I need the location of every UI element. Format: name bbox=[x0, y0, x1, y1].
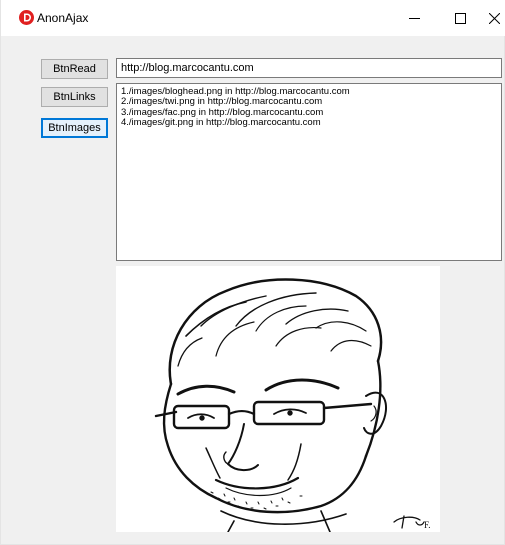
window-title: AnonAjax bbox=[37, 11, 89, 25]
images-button[interactable]: BtnImages bbox=[41, 118, 108, 138]
minimize-button[interactable] bbox=[391, 0, 437, 36]
minimize-icon bbox=[408, 17, 420, 19]
signature-text: F. bbox=[424, 520, 431, 530]
url-input[interactable] bbox=[116, 58, 502, 78]
title-bar[interactable]: AnonAjax bbox=[1, 0, 505, 36]
maximize-icon bbox=[454, 12, 466, 24]
results-memo[interactable]: 1./images/bloghead.png in http://blog.ma… bbox=[116, 83, 502, 261]
close-icon bbox=[489, 12, 500, 24]
app-window: AnonAjax BtnRead BtnLinks BtnImages 1./i… bbox=[0, 0, 505, 545]
caricature-drawing: F. bbox=[154, 278, 431, 532]
links-button[interactable]: BtnLinks bbox=[41, 87, 108, 107]
read-button[interactable]: BtnRead bbox=[41, 59, 108, 79]
app-icon bbox=[19, 10, 34, 25]
close-button[interactable] bbox=[483, 0, 505, 36]
caricature-image: F. bbox=[116, 266, 440, 532]
maximize-button[interactable] bbox=[437, 0, 483, 36]
memo-line: 4./images/git.png in http://blog.marcoca… bbox=[121, 117, 321, 129]
